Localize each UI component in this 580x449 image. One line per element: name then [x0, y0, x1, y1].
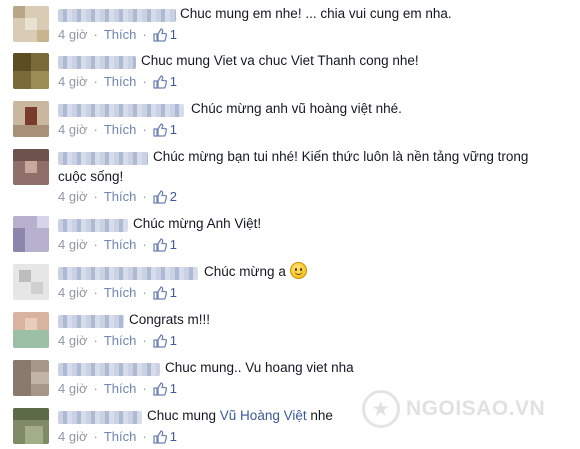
like-count[interactable]: 1 [170, 285, 177, 300]
comment-text: Chuc mung Vũ Hoàng Việt nhe [147, 406, 333, 426]
watermark: ★ NGOISAO.VN [362, 384, 562, 434]
thumbs-up-icon[interactable] [153, 122, 167, 137]
avatar[interactable] [13, 53, 49, 89]
comment-text-tail: nhe [306, 408, 333, 423]
thumbs-up-icon[interactable] [153, 429, 167, 444]
separator: · [142, 122, 147, 137]
comment-time[interactable]: 4 giờ [58, 122, 88, 137]
watermark-text: NGOISAO.VN [406, 397, 546, 420]
comment-text: Congrats m!!! [129, 312, 211, 327]
thumbs-up-icon[interactable] [153, 285, 167, 300]
comment-text: Chuc mung Viet va chuc Viet Thanh cong n… [141, 53, 419, 68]
separator: · [93, 333, 98, 348]
commenter-name-blurred[interactable] [58, 315, 124, 328]
thumbs-up-icon[interactable] [153, 333, 167, 348]
avatar[interactable] [13, 312, 49, 348]
comment-time[interactable]: 4 giờ [58, 237, 88, 252]
comment-text: Chuc mung.. Vu hoang viet nha [165, 360, 354, 375]
commenter-name-blurred[interactable] [58, 104, 184, 117]
separator: · [142, 381, 147, 396]
smiley-emoji-icon [289, 262, 307, 279]
comment-time[interactable]: 4 giờ [58, 27, 88, 42]
comment-text: Chúc mừng bạn tui nhé! Kiến thức luôn là… [153, 149, 529, 164]
avatar[interactable] [13, 408, 49, 444]
comment-meta: 4 giờ · Thích · 1 [58, 122, 177, 137]
like-link[interactable]: Thích [104, 429, 137, 444]
like-count[interactable]: 1 [170, 333, 177, 348]
like-link[interactable]: Thích [104, 333, 137, 348]
comment-time[interactable]: 4 giờ [58, 429, 88, 444]
comment-time[interactable]: 4 giờ [58, 285, 88, 300]
like-link[interactable]: Thích [104, 122, 137, 137]
like-count[interactable]: 1 [170, 27, 177, 42]
like-link[interactable]: Thích [104, 27, 137, 42]
comment-text-continued: cuộc sống! [58, 169, 124, 184]
commenter-name-blurred[interactable] [58, 219, 128, 232]
avatar[interactable] [13, 6, 49, 42]
separator: · [93, 285, 98, 300]
separator: · [142, 237, 147, 252]
comment-time[interactable]: 4 giờ [58, 381, 88, 396]
avatar[interactable] [13, 101, 49, 137]
watermark-logo-icon: ★ [362, 390, 400, 428]
separator: · [142, 285, 147, 300]
comment-meta: 4 giờ · Thích · 2 [58, 189, 177, 204]
separator: · [142, 27, 147, 42]
thumbs-up-icon[interactable] [153, 27, 167, 42]
commenter-name-blurred[interactable] [58, 267, 198, 280]
like-link[interactable]: Thích [104, 381, 137, 396]
like-link[interactable]: Thích [104, 285, 137, 300]
comment-time[interactable]: 4 giờ [58, 74, 88, 89]
comment-time[interactable]: 4 giờ [58, 333, 88, 348]
commenter-name-blurred[interactable] [58, 56, 136, 69]
like-count[interactable]: 1 [170, 381, 177, 396]
tagged-user-link[interactable]: Vũ Hoàng Việt [220, 408, 307, 423]
comment-time[interactable]: 4 giờ [58, 189, 88, 204]
like-count[interactable]: 1 [170, 237, 177, 252]
like-link[interactable]: Thích [104, 189, 137, 204]
comment-meta: 4 giờ · Thích · 1 [58, 237, 177, 252]
comment-text: Chúc mừng anh vũ hoàng việt nhé. [191, 101, 402, 116]
separator: · [93, 74, 98, 89]
comment-meta: 4 giờ · Thích · 1 [58, 429, 177, 444]
avatar[interactable] [13, 360, 49, 396]
comment-text: Chuc mung em nhe! ... chia vui cung em n… [180, 6, 452, 21]
avatar[interactable] [13, 149, 49, 185]
commenter-name-blurred[interactable] [58, 9, 176, 22]
commenter-name-blurred[interactable] [58, 152, 148, 165]
comment-meta: 4 giờ · Thích · 1 [58, 381, 177, 396]
separator: · [142, 74, 147, 89]
comment-text-body: Chúc mừng a [204, 264, 286, 279]
separator: · [142, 333, 147, 348]
like-count[interactable]: 1 [170, 74, 177, 89]
like-link[interactable]: Thích [104, 237, 137, 252]
commenter-name-blurred[interactable] [58, 363, 160, 376]
thumbs-up-icon[interactable] [153, 237, 167, 252]
comment-meta: 4 giờ · Thích · 1 [58, 285, 177, 300]
comment-text: Chúc mừng a [204, 262, 307, 282]
like-count[interactable]: 2 [170, 189, 177, 204]
avatar[interactable] [13, 264, 49, 300]
comment-text: Chúc mừng Anh Việt! [133, 216, 262, 231]
like-link[interactable]: Thích [104, 74, 137, 89]
comment-meta: 4 giờ · Thích · 1 [58, 74, 177, 89]
like-count[interactable]: 1 [170, 122, 177, 137]
separator: · [93, 27, 98, 42]
thumbs-up-icon[interactable] [153, 74, 167, 89]
thumbs-up-icon[interactable] [153, 189, 167, 204]
separator: · [93, 189, 98, 204]
separator: · [142, 189, 147, 204]
separator: · [93, 429, 98, 444]
separator: · [93, 122, 98, 137]
comment-text-body: Chuc mung [147, 408, 220, 423]
avatar[interactable] [13, 216, 49, 252]
comment-meta: 4 giờ · Thích · 1 [58, 27, 177, 42]
commenter-name-blurred[interactable] [58, 411, 142, 424]
comment-meta: 4 giờ · Thích · 1 [58, 333, 177, 348]
separator: · [93, 237, 98, 252]
separator: · [93, 381, 98, 396]
thumbs-up-icon[interactable] [153, 381, 167, 396]
separator: · [142, 429, 147, 444]
like-count[interactable]: 1 [170, 429, 177, 444]
